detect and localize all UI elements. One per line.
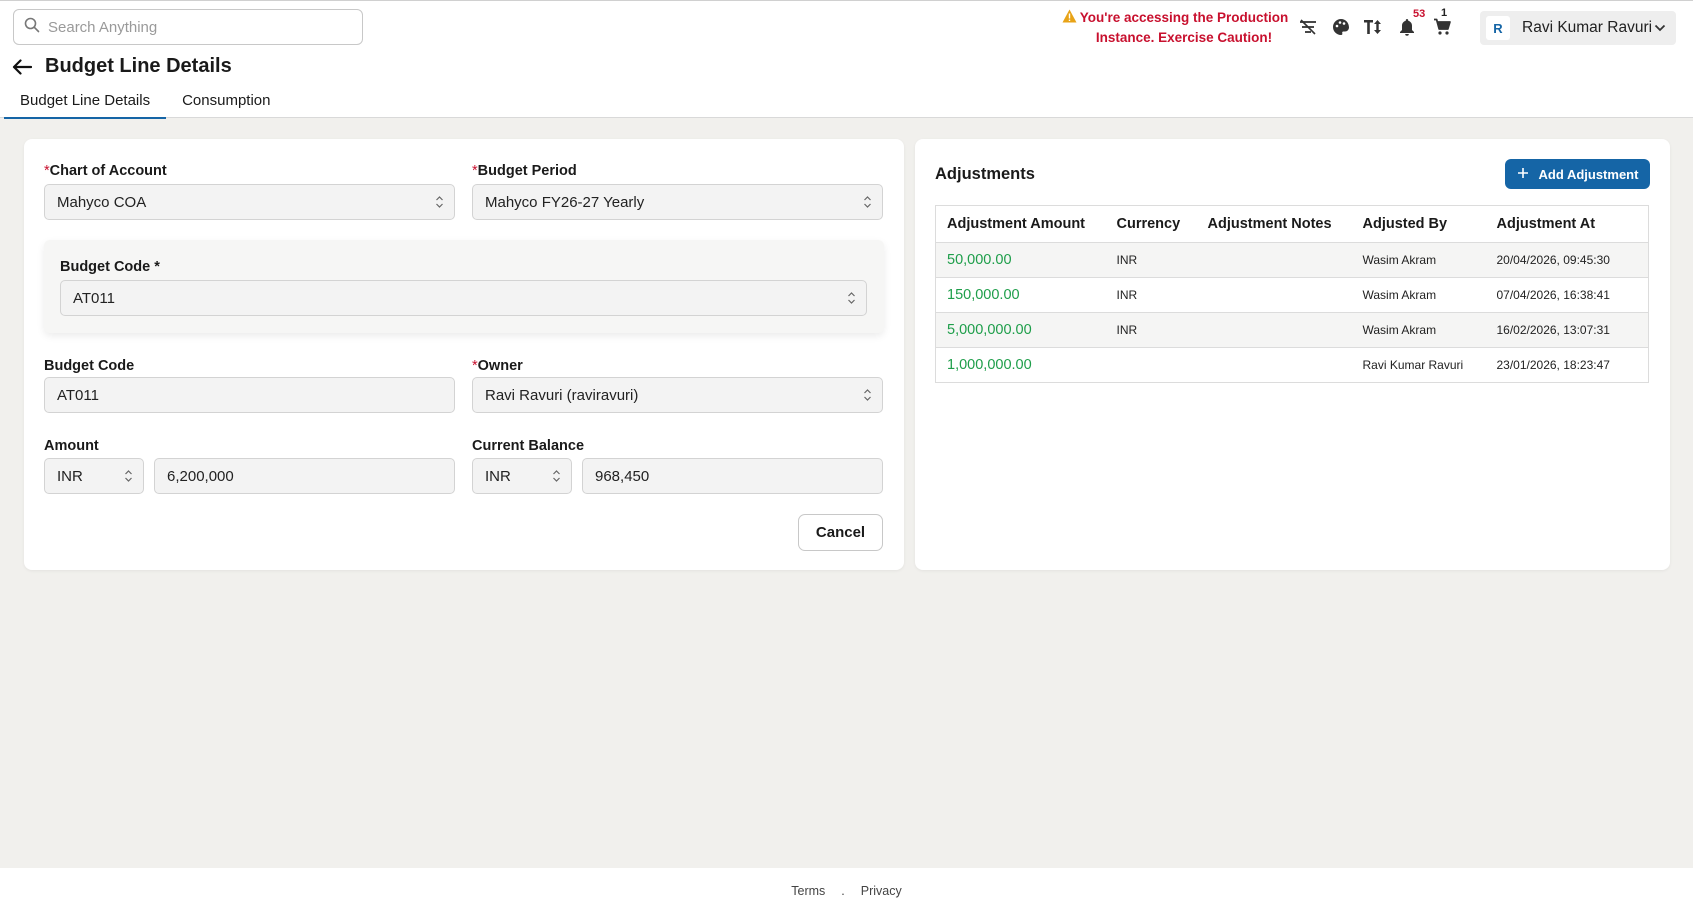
owner-label: *Owner [472, 358, 523, 374]
table-row: 50,000.00 INR Wasim Akram 20/04/2026, 09… [935, 242, 1649, 278]
adjustment-amount: 5,000,000.00 [935, 312, 1106, 348]
tab-consumption[interactable]: Consumption [166, 89, 286, 119]
amount-value: 6,200,000 [167, 467, 234, 485]
adjustment-notes [1196, 347, 1352, 383]
column-header: Adjustment At [1485, 205, 1649, 243]
top-bar: You're accessing the Production Instance… [0, 0, 1693, 119]
adjustment-currency: INR [1105, 312, 1197, 348]
user-name: Ravi Kumar Ravuri [1522, 19, 1653, 36]
user-menu[interactable]: R Ravi Kumar Ravuri [1480, 11, 1676, 45]
filter-icon[interactable] [1296, 15, 1320, 39]
text-size-icon[interactable] [1361, 15, 1385, 39]
table-row: 1,000,000.00 Ravi Kumar Ravuri 23/01/202… [935, 347, 1649, 383]
avatar: R [1486, 16, 1510, 40]
column-header: Adjustment Notes [1196, 205, 1352, 243]
search-box[interactable] [13, 9, 363, 45]
owner-select[interactable]: Ravi Ravuri (raviravuri) [472, 377, 883, 413]
column-header: Adjusted By [1351, 205, 1486, 243]
adjustment-currency: INR [1105, 277, 1197, 313]
budget-code-value: AT011 [57, 386, 99, 404]
cart-count-badge: 1 [1441, 7, 1448, 19]
adjustments-title: Adjustments [935, 165, 1035, 183]
notification-count-badge: 53 [1413, 8, 1426, 20]
budget-code-panel: Budget Code * AT011 [44, 240, 884, 333]
budget-code-label: Budget Code [44, 358, 135, 374]
adjustments-table: Adjustment Amount Currency Adjustment No… [935, 205, 1649, 383]
column-header: Currency [1105, 205, 1197, 243]
budget-period-label: *Budget Period [472, 163, 577, 179]
adjustment-amount: 150,000.00 [935, 277, 1106, 313]
footer-separator: . [841, 883, 845, 898]
adjustment-amount: 1,000,000.00 [935, 347, 1106, 383]
adjusted-by: Wasim Akram [1351, 242, 1486, 278]
budget-period-select[interactable]: Mahyco FY26-27 Yearly [472, 184, 883, 220]
adjustment-notes [1196, 312, 1352, 348]
adjusted-by: Ravi Kumar Ravuri [1351, 347, 1486, 383]
select-updown-icon [552, 469, 561, 487]
balance-currency-value: INR [485, 467, 511, 485]
search-icon [24, 17, 40, 38]
select-updown-icon [847, 291, 856, 309]
page-header: Budget Line Details [12, 55, 232, 78]
budget-code-select[interactable]: AT011 [60, 280, 867, 316]
current-balance-value: 968,450 [595, 467, 650, 485]
add-adjustment-label: Add Adjustment [1538, 166, 1639, 182]
chart-of-account-select[interactable]: Mahyco COA [44, 184, 455, 220]
table-row: 150,000.00 INR Wasim Akram 07/04/2026, 1… [935, 277, 1649, 313]
adjusted-by: Wasim Akram [1351, 312, 1486, 348]
plus-icon [1517, 167, 1529, 182]
select-updown-icon [863, 388, 872, 406]
search-input[interactable] [48, 18, 338, 36]
owner-value: Ravi Ravuri (raviravuri) [485, 386, 639, 404]
add-adjustment-button[interactable]: Add Adjustment [1505, 159, 1650, 189]
amount-label: Amount [44, 438, 99, 454]
adjusted-by: Wasim Akram [1351, 277, 1486, 313]
cancel-button[interactable]: Cancel [798, 514, 883, 551]
back-arrow-icon[interactable] [12, 58, 32, 75]
terms-link[interactable]: Terms [791, 884, 825, 898]
amount-field[interactable]: 6,200,000 [154, 458, 455, 494]
palette-icon[interactable] [1329, 15, 1353, 39]
adjustments-card: Adjustments Add Adjustment Adjustment Am… [915, 139, 1670, 570]
adjustment-at: 07/04/2026, 16:38:41 [1485, 277, 1649, 313]
current-balance-label: Current Balance [472, 438, 585, 454]
amount-currency-value: INR [57, 467, 83, 485]
adjustment-currency [1105, 347, 1197, 383]
adjustment-at: 16/02/2026, 13:07:31 [1485, 312, 1649, 348]
budget-code-select-value: AT011 [73, 289, 115, 307]
current-balance-field[interactable]: 968,450 [582, 458, 883, 494]
select-updown-icon [124, 469, 133, 487]
adjustment-notes [1196, 277, 1352, 313]
production-warning: You're accessing the Production Instance… [1060, 8, 1290, 48]
tab-budget-line-details[interactable]: Budget Line Details [4, 89, 167, 119]
chart-of-account-label: *Chart of Account [44, 163, 167, 179]
warning-icon [1060, 9, 1078, 29]
table-header-row: Adjustment Amount Currency Adjustment No… [935, 205, 1649, 243]
chevron-down-icon [1654, 19, 1666, 37]
adjustment-at: 23/01/2026, 18:23:47 [1485, 347, 1649, 383]
adjustment-amount: 50,000.00 [935, 242, 1106, 278]
select-updown-icon [863, 195, 872, 213]
table-row: 5,000,000.00 INR Wasim Akram 16/02/2026,… [935, 312, 1649, 348]
budget-line-form-card: *Chart of Account Mahyco COA *Budget Per… [24, 139, 904, 570]
select-updown-icon [435, 195, 444, 213]
tab-bar: Budget Line Details Consumption [4, 89, 286, 119]
column-header: Adjustment Amount [935, 205, 1106, 243]
footer: Terms . Privacy [0, 868, 1693, 913]
warning-text: You're accessing the Production Instance… [1079, 10, 1289, 45]
budget-code-field[interactable]: AT011 [44, 377, 455, 413]
amount-currency-select[interactable]: INR [44, 458, 144, 494]
adjustment-at: 20/04/2026, 09:45:30 [1485, 242, 1649, 278]
chart-of-account-value: Mahyco COA [57, 193, 147, 211]
budget-code-select-label: Budget Code * [60, 259, 160, 275]
page-title: Budget Line Details [45, 55, 232, 77]
privacy-link[interactable]: Privacy [861, 884, 902, 898]
adjustment-currency: INR [1105, 242, 1197, 278]
adjustment-notes [1196, 242, 1352, 278]
balance-currency-select[interactable]: INR [472, 458, 572, 494]
budget-period-value: Mahyco FY26-27 Yearly [485, 193, 645, 211]
